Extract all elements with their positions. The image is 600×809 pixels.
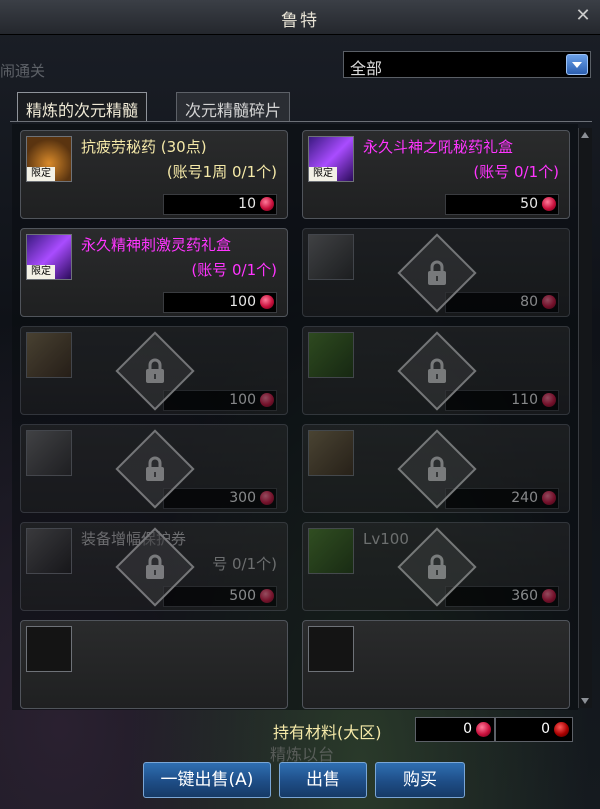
jewel-box-icon — [308, 430, 354, 476]
book-icon — [308, 332, 354, 378]
empty-slot — [20, 620, 288, 709]
price-box: 80 — [445, 292, 559, 313]
book-icon — [308, 528, 354, 574]
sell-button[interactable]: 出售 — [279, 762, 367, 798]
holdings-value-1: 0 — [463, 721, 472, 737]
price-box: 360 — [445, 586, 559, 607]
price-box: 110 — [445, 390, 559, 411]
item-name: 永久精神刺激灵药礼盒 — [81, 236, 232, 254]
item-purchase-limit: (账号 0/1个) — [473, 163, 559, 181]
item-card: 240 — [302, 424, 570, 513]
item-card: Lv100 360 — [302, 522, 570, 611]
upgrade-scroll-icon — [308, 234, 354, 280]
item-price: 300 — [229, 490, 256, 506]
item-name: 抗疲劳秘药 (30点) — [81, 138, 207, 156]
buy-button[interactable]: 购买 — [375, 762, 465, 798]
scroll-up-icon[interactable] — [581, 132, 589, 138]
item-price: 50 — [520, 196, 538, 212]
holdings-value-2: 0 — [541, 721, 550, 737]
item-name: 装备增幅保护券 — [81, 530, 187, 548]
item-name: 永久斗神之吼秘药礼盒 — [363, 138, 514, 156]
essence-gem-icon — [260, 589, 274, 603]
essence-gem-icon — [542, 197, 556, 211]
essence-gem-icon — [542, 589, 556, 603]
fragment-gem-icon — [554, 722, 569, 737]
price-box: 100 — [163, 390, 277, 411]
price-box: 50 — [445, 194, 559, 215]
empty-slot — [302, 620, 570, 709]
item-purchase-limit: 号 0/1个) — [212, 555, 277, 573]
item-card: 300 — [20, 424, 288, 513]
empty-slot-icon — [26, 626, 72, 672]
item-price: 500 — [229, 588, 256, 604]
holdings-box-1: 0 — [415, 717, 495, 742]
limited-tag: 限定 — [309, 167, 337, 181]
item-card: 80 — [302, 228, 570, 317]
essence-gem-icon — [260, 295, 274, 309]
filter-selected-value: 全部 — [350, 59, 383, 78]
sell-all-button[interactable]: 一键出售(A) — [143, 762, 271, 798]
item-name: Lv100 — [363, 530, 409, 548]
gift-box-icon: 限定 — [308, 136, 354, 182]
scroll-down-icon[interactable] — [581, 698, 589, 704]
holdings-box-2: 0 — [495, 717, 573, 742]
item-purchase-limit: (账号1周 0/1个) — [166, 163, 277, 181]
background-ghost-text: 闹通关 — [0, 62, 46, 80]
scrollbar[interactable] — [578, 128, 592, 708]
price-box: 240 — [445, 488, 559, 509]
essence-gem-icon — [260, 491, 274, 505]
item-purchase-limit: (账号 0/1个) — [191, 261, 277, 279]
price-box: 500 — [163, 586, 277, 607]
tab-refined-essence[interactable]: 精炼的次元精髓 — [17, 92, 148, 122]
price-box: 300 — [163, 488, 277, 509]
protection-ticket-icon — [26, 528, 72, 574]
item-card: 100 — [20, 326, 288, 415]
item-price: 100 — [229, 392, 256, 408]
empty-slot-icon — [308, 626, 354, 672]
gift-box-icon: 限定 — [26, 234, 72, 280]
essence-gem-icon — [542, 393, 556, 407]
title-bar[interactable]: 鲁特 ✕ — [0, 0, 600, 35]
item-price: 110 — [511, 392, 538, 408]
limited-tag: 限定 — [27, 265, 55, 279]
essence-gem-icon — [476, 722, 491, 737]
essence-gem-icon — [542, 295, 556, 309]
holdings-label: 持有材料(大区) — [273, 723, 382, 742]
window-title: 鲁特 — [281, 11, 319, 31]
upgrade-scroll-icon — [26, 430, 72, 476]
item-card[interactable]: 限定 永久精神刺激灵药礼盒 (账号 0/1个) 100 — [20, 228, 288, 317]
item-card: 装备增幅保护券号 0/1个) 500 — [20, 522, 288, 611]
price-box: 10 — [163, 194, 277, 215]
price-box: 100 — [163, 292, 277, 313]
essence-gem-icon — [260, 393, 274, 407]
chevron-down-icon[interactable] — [566, 54, 588, 75]
essence-gem-icon — [542, 491, 556, 505]
tab-essence-fragments[interactable]: 次元精髓碎片 — [176, 92, 291, 122]
filter-dropdown[interactable]: 全部 — [343, 51, 591, 78]
essence-gem-icon — [260, 197, 274, 211]
tab-divider — [10, 121, 592, 122]
item-price: 80 — [520, 294, 538, 310]
item-card[interactable]: 限定 永久斗神之吼秘药礼盒 (账号 0/1个) 50 — [302, 130, 570, 219]
jewel-box-icon — [26, 332, 72, 378]
item-price: 240 — [511, 490, 538, 506]
item-price: 10 — [238, 196, 256, 212]
item-price: 100 — [229, 294, 256, 310]
limited-tag: 限定 — [27, 167, 55, 181]
close-icon[interactable]: ✕ — [572, 5, 594, 27]
item-price: 360 — [511, 588, 538, 604]
item-card[interactable]: 限定 抗疲劳秘药 (30点) (账号1周 0/1个) 10 — [20, 130, 288, 219]
item-card: 110 — [302, 326, 570, 415]
potion-icon: 限定 — [26, 136, 72, 182]
